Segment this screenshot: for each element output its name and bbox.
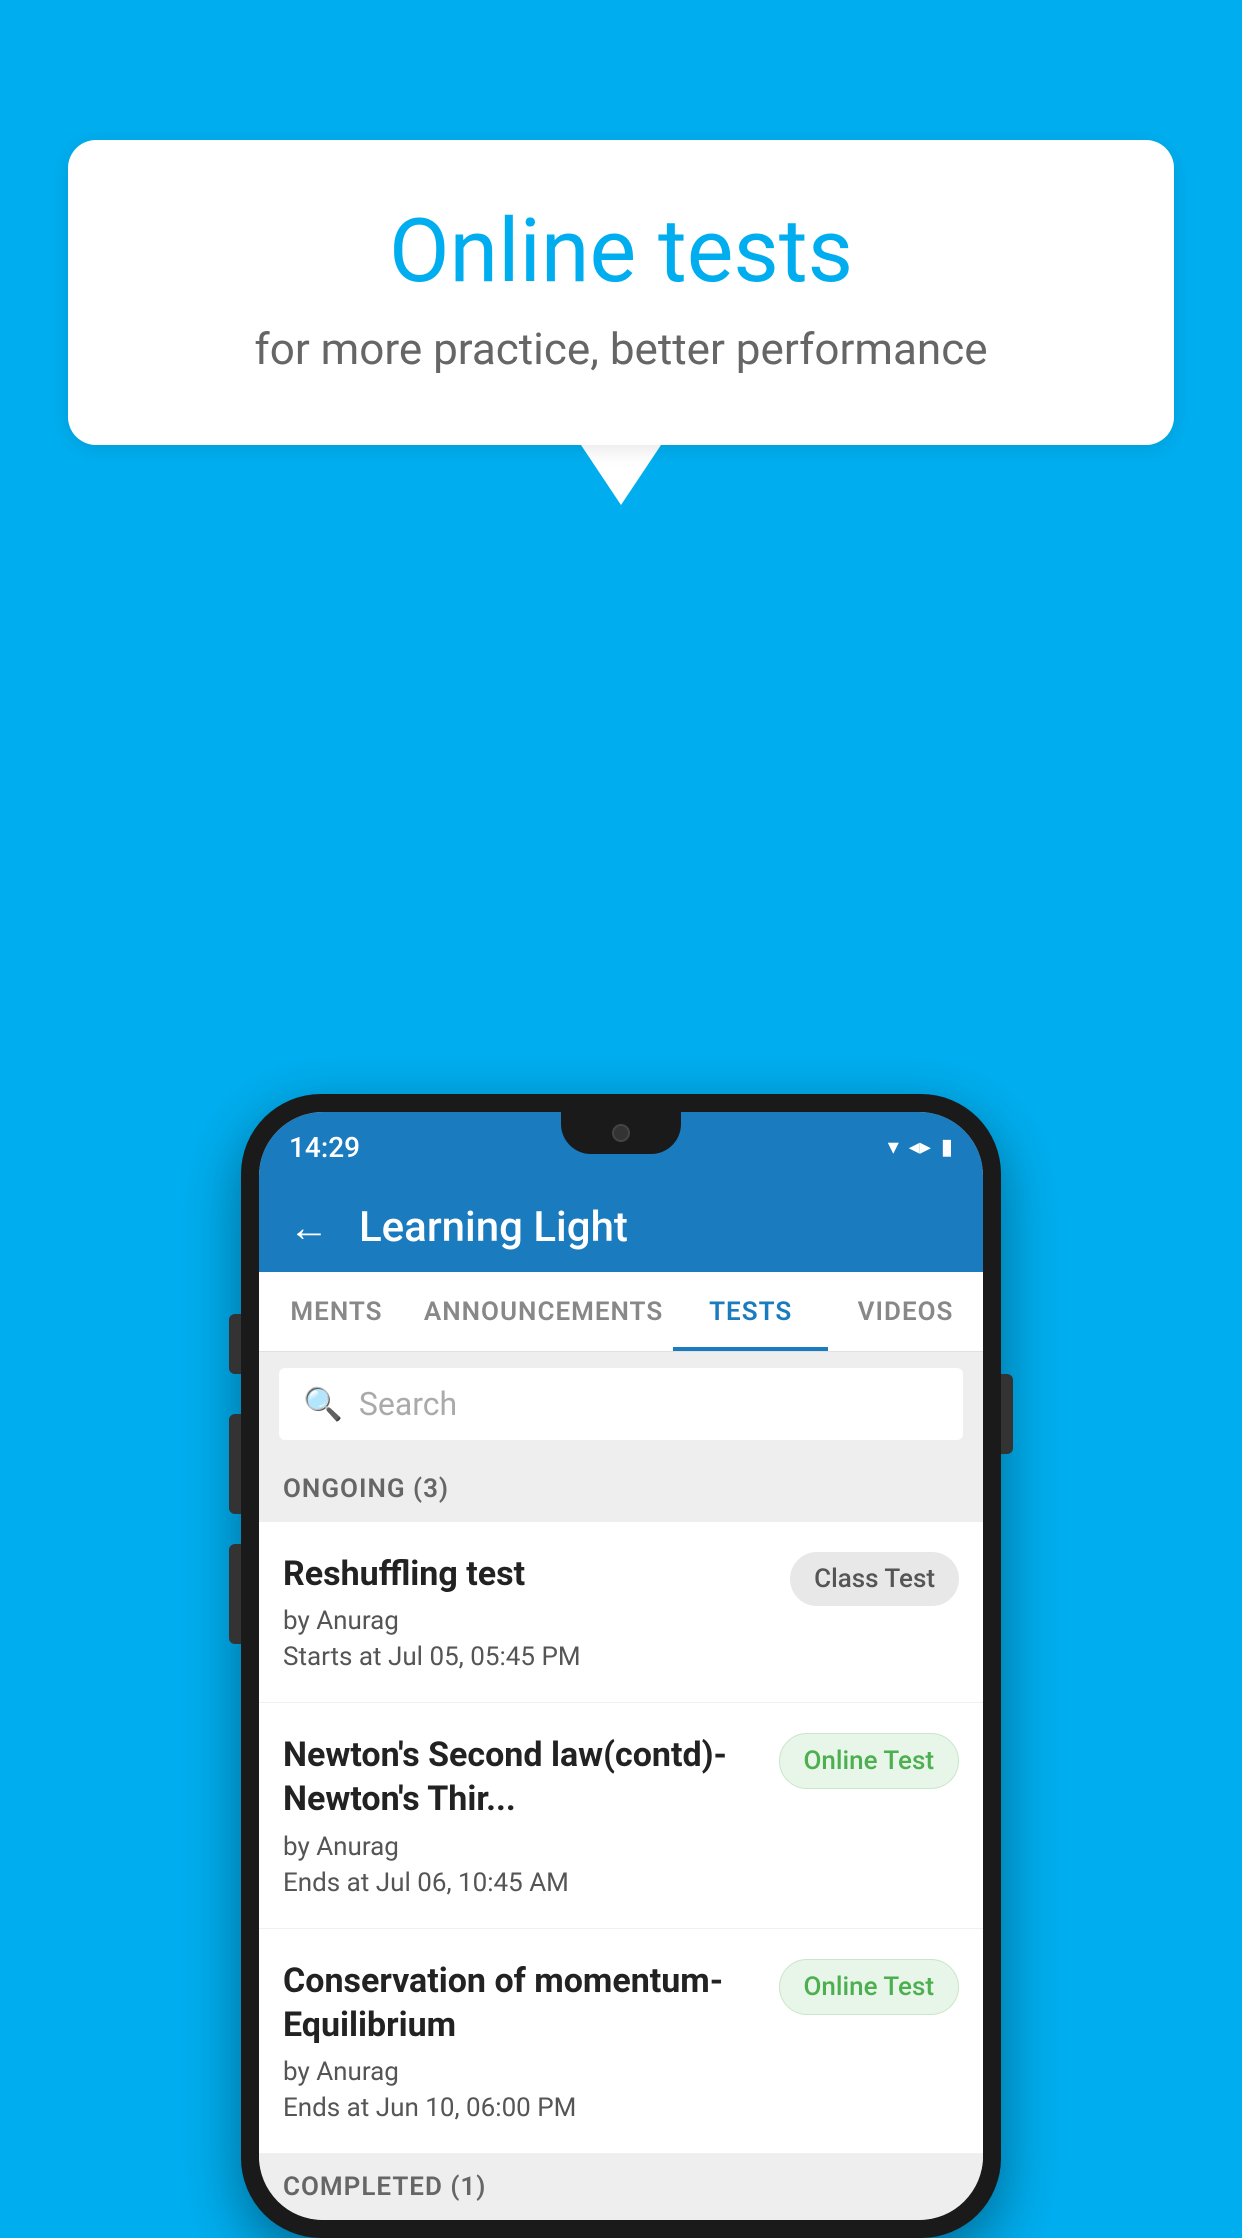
app-title: Learning Light [359, 1203, 628, 1252]
test-item-1[interactable]: Reshuffling test by Anurag Starts at Jul… [259, 1522, 983, 1703]
speech-bubble-subtitle: for more practice, better performance [148, 323, 1094, 375]
test-author-1: by Anurag [283, 1606, 770, 1636]
test-info-1: Reshuffling test by Anurag Starts at Jul… [283, 1552, 770, 1672]
status-icons: ▾ ◂▸ ▮ [888, 1135, 953, 1160]
test-author-3: by Anurag [283, 2057, 759, 2087]
test-badge-2: Online Test [779, 1733, 960, 1789]
tab-videos[interactable]: VIDEOS [828, 1272, 983, 1351]
tab-tests[interactable]: TESTS [673, 1272, 828, 1351]
test-date-3: Ends at Jun 10, 06:00 PM [283, 2093, 759, 2123]
test-date-2: Ends at Jul 06, 10:45 AM [283, 1868, 759, 1898]
volume-down-button[interactable] [229, 1544, 241, 1644]
ongoing-section-header: ONGOING (3) [259, 1456, 983, 1522]
speech-bubble-title: Online tests [148, 200, 1094, 303]
test-name-3: Conservation of momentum-Equilibrium [283, 1959, 759, 2047]
phone-wrapper: 14:29 ▾ ◂▸ ▮ ← Learning Light MENTS [241, 1094, 1001, 2238]
camera [612, 1124, 630, 1142]
test-item-3[interactable]: Conservation of momentum-Equilibrium by … [259, 1929, 983, 2154]
speech-bubble-container: Online tests for more practice, better p… [68, 140, 1174, 505]
test-info-2: Newton's Second law(contd)-Newton's Thir… [283, 1733, 759, 1897]
wifi-icon: ▾ [888, 1135, 899, 1160]
status-time: 14:29 [289, 1131, 360, 1164]
tab-ments[interactable]: MENTS [259, 1272, 414, 1351]
search-container: 🔍 Search [259, 1352, 983, 1456]
test-date-1: Starts at Jul 05, 05:45 PM [283, 1642, 770, 1672]
speech-bubble-arrow [581, 445, 661, 505]
status-bar: 14:29 ▾ ◂▸ ▮ [259, 1112, 983, 1182]
search-icon: 🔍 [303, 1385, 343, 1423]
power-button[interactable] [1001, 1374, 1013, 1454]
test-name-2: Newton's Second law(contd)-Newton's Thir… [283, 1733, 759, 1821]
notch [561, 1112, 681, 1154]
volume-silent-button[interactable] [229, 1314, 241, 1374]
test-item-2[interactable]: Newton's Second law(contd)-Newton's Thir… [259, 1703, 983, 1928]
completed-section-header: COMPLETED (1) [259, 2154, 983, 2220]
test-name-1: Reshuffling test [283, 1552, 770, 1596]
test-badge-3: Online Test [779, 1959, 960, 2015]
test-info-3: Conservation of momentum-Equilibrium by … [283, 1959, 759, 2123]
speech-bubble: Online tests for more practice, better p… [68, 140, 1174, 445]
volume-up-button[interactable] [229, 1414, 241, 1514]
search-input[interactable]: Search [359, 1385, 457, 1423]
test-badge-1: Class Test [790, 1552, 959, 1606]
test-author-2: by Anurag [283, 1832, 759, 1862]
back-button[interactable]: ← [289, 1204, 329, 1251]
phone-frame: 14:29 ▾ ◂▸ ▮ ← Learning Light MENTS [241, 1094, 1001, 2238]
phone-screen: 14:29 ▾ ◂▸ ▮ ← Learning Light MENTS [259, 1112, 983, 2220]
app-header: ← Learning Light [259, 1182, 983, 1272]
signal-icon: ◂▸ [909, 1135, 931, 1160]
tab-announcements[interactable]: ANNOUNCEMENTS [414, 1272, 673, 1351]
tabs-bar: MENTS ANNOUNCEMENTS TESTS VIDEOS [259, 1272, 983, 1352]
search-box[interactable]: 🔍 Search [279, 1368, 963, 1440]
battery-icon: ▮ [941, 1135, 953, 1160]
